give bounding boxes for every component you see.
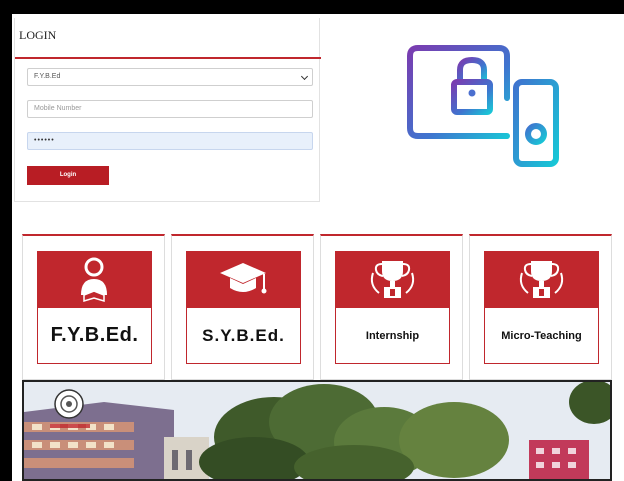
- college-building-right: [529, 440, 589, 479]
- login-title: LOGIN: [19, 28, 57, 42]
- page: LOGIN F.Y.B.Ed Mobile Number •••••• Logi…: [12, 14, 624, 481]
- chevron-down-icon: [300, 72, 309, 81]
- course-card-fybed[interactable]: F.Y.B.Ed.: [22, 234, 165, 380]
- course-card-banner: [37, 251, 152, 311]
- password-value: ••••••: [34, 137, 55, 144]
- password-input[interactable]: ••••••: [27, 132, 313, 150]
- course-card-micro-teaching[interactable]: Micro-Teaching: [469, 234, 612, 380]
- course-card-label: F.Y.B.Ed.: [37, 308, 152, 364]
- course-card-banner: [484, 251, 599, 311]
- trophy-icon: [519, 261, 564, 298]
- phone-key-icon: [513, 79, 559, 167]
- course-select[interactable]: F.Y.B.Ed: [27, 68, 313, 86]
- campus-photo: [24, 382, 610, 479]
- graduation-cap-icon: [220, 263, 267, 294]
- course-card-label: Micro-Teaching: [484, 308, 599, 364]
- course-card-label: S.Y.B.Ed.: [186, 308, 301, 364]
- course-card-banner: [335, 251, 450, 311]
- course-card-banner: [186, 251, 301, 311]
- screen-frame: LOGIN F.Y.B.Ed Mobile Number •••••• Logi…: [0, 0, 624, 481]
- secure-device-illustration: [407, 45, 559, 167]
- mobile-number-input[interactable]: Mobile Number: [27, 100, 313, 118]
- reader-icon: [81, 257, 107, 303]
- course-select-value: F.Y.B.Ed: [34, 73, 61, 80]
- login-panel: LOGIN F.Y.B.Ed Mobile Number •••••• Logi…: [14, 18, 321, 202]
- course-card-sybed[interactable]: S.Y.B.Ed.: [171, 234, 314, 380]
- login-button[interactable]: Login: [27, 166, 109, 185]
- campus-banner-image: [22, 380, 612, 481]
- course-card-internship[interactable]: Internship: [320, 234, 463, 380]
- login-divider: [15, 57, 321, 59]
- course-card-label: Internship: [335, 308, 450, 364]
- course-cards: F.Y.B.Ed. S.Y.B.Ed. Internship Micro-Tea…: [22, 234, 614, 380]
- mobile-number-placeholder: Mobile Number: [34, 105, 82, 112]
- padlock-icon: [451, 57, 493, 115]
- trophy-icon: [370, 261, 415, 298]
